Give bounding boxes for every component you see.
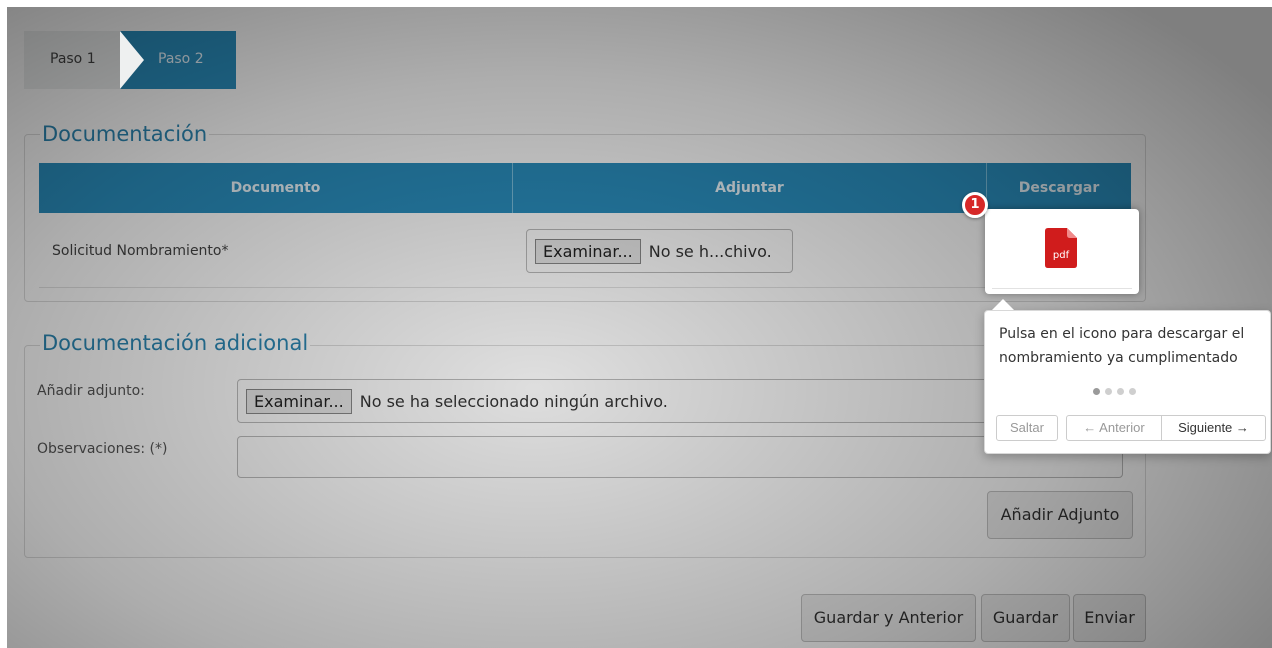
col-header-adjuntar: Adjuntar	[513, 163, 986, 213]
observaciones-label: Observaciones: (*)	[37, 441, 168, 457]
progress-dot-1	[1093, 388, 1100, 395]
row-divider	[992, 288, 1132, 289]
row-documento-label: Solicitud Nombramiento*	[52, 243, 229, 259]
file-status-text: No se h...chivo.	[648, 241, 772, 261]
frame-edge-top	[0, 0, 1272, 7]
browse-button[interactable]: Examinar...	[246, 388, 352, 414]
save-and-previous-button[interactable]: Guardar y Anterior	[801, 594, 976, 642]
documentacion-fieldset	[24, 134, 1146, 302]
pdf-icon-label: pdf	[1053, 250, 1070, 261]
frame-edge-left	[0, 0, 7, 648]
add-attachment-button[interactable]: Añadir Adjunto	[987, 491, 1133, 539]
browse-button[interactable]: Examinar...	[535, 238, 641, 264]
send-button[interactable]: Enviar	[1073, 594, 1146, 642]
step-2-label: Paso 2	[158, 51, 204, 67]
progress-dot-2	[1105, 388, 1112, 395]
tour-prev-button[interactable]: ← Anterior	[1066, 415, 1162, 441]
tour-progress-dots	[1093, 388, 1153, 398]
step-1-label: Paso 1	[50, 51, 96, 67]
step-separator-arrow	[120, 31, 144, 89]
file-status-text: No se ha seleccionado ningún archivo.	[359, 391, 668, 411]
popover-arrow	[992, 299, 1014, 310]
pdf-download-icon[interactable]: pdf	[1045, 228, 1077, 268]
progress-dot-4	[1129, 388, 1136, 395]
progress-dot-3	[1117, 388, 1124, 395]
attachment-file-input[interactable]: Examinar... No se h...chivo.	[526, 229, 793, 273]
adicional-legend: Documentación adicional	[40, 331, 311, 355]
col-header-documento: Documento	[39, 163, 512, 213]
save-button[interactable]: Guardar	[981, 594, 1070, 642]
row-divider	[39, 287, 1131, 288]
tour-skip-button[interactable]: Saltar	[996, 415, 1058, 441]
tour-step-badge: 1	[962, 192, 988, 218]
documentacion-legend: Documentación	[40, 122, 210, 146]
tour-next-button[interactable]: Siguiente →	[1161, 415, 1266, 441]
wizard-steps: Paso 1 Paso 2	[24, 31, 236, 89]
adjunto-label: Añadir adjunto:	[37, 383, 145, 399]
col-header-descargar: Descargar	[987, 163, 1131, 213]
tour-popover-text: Pulsa en el icono para descargar el nomb…	[999, 326, 1245, 366]
